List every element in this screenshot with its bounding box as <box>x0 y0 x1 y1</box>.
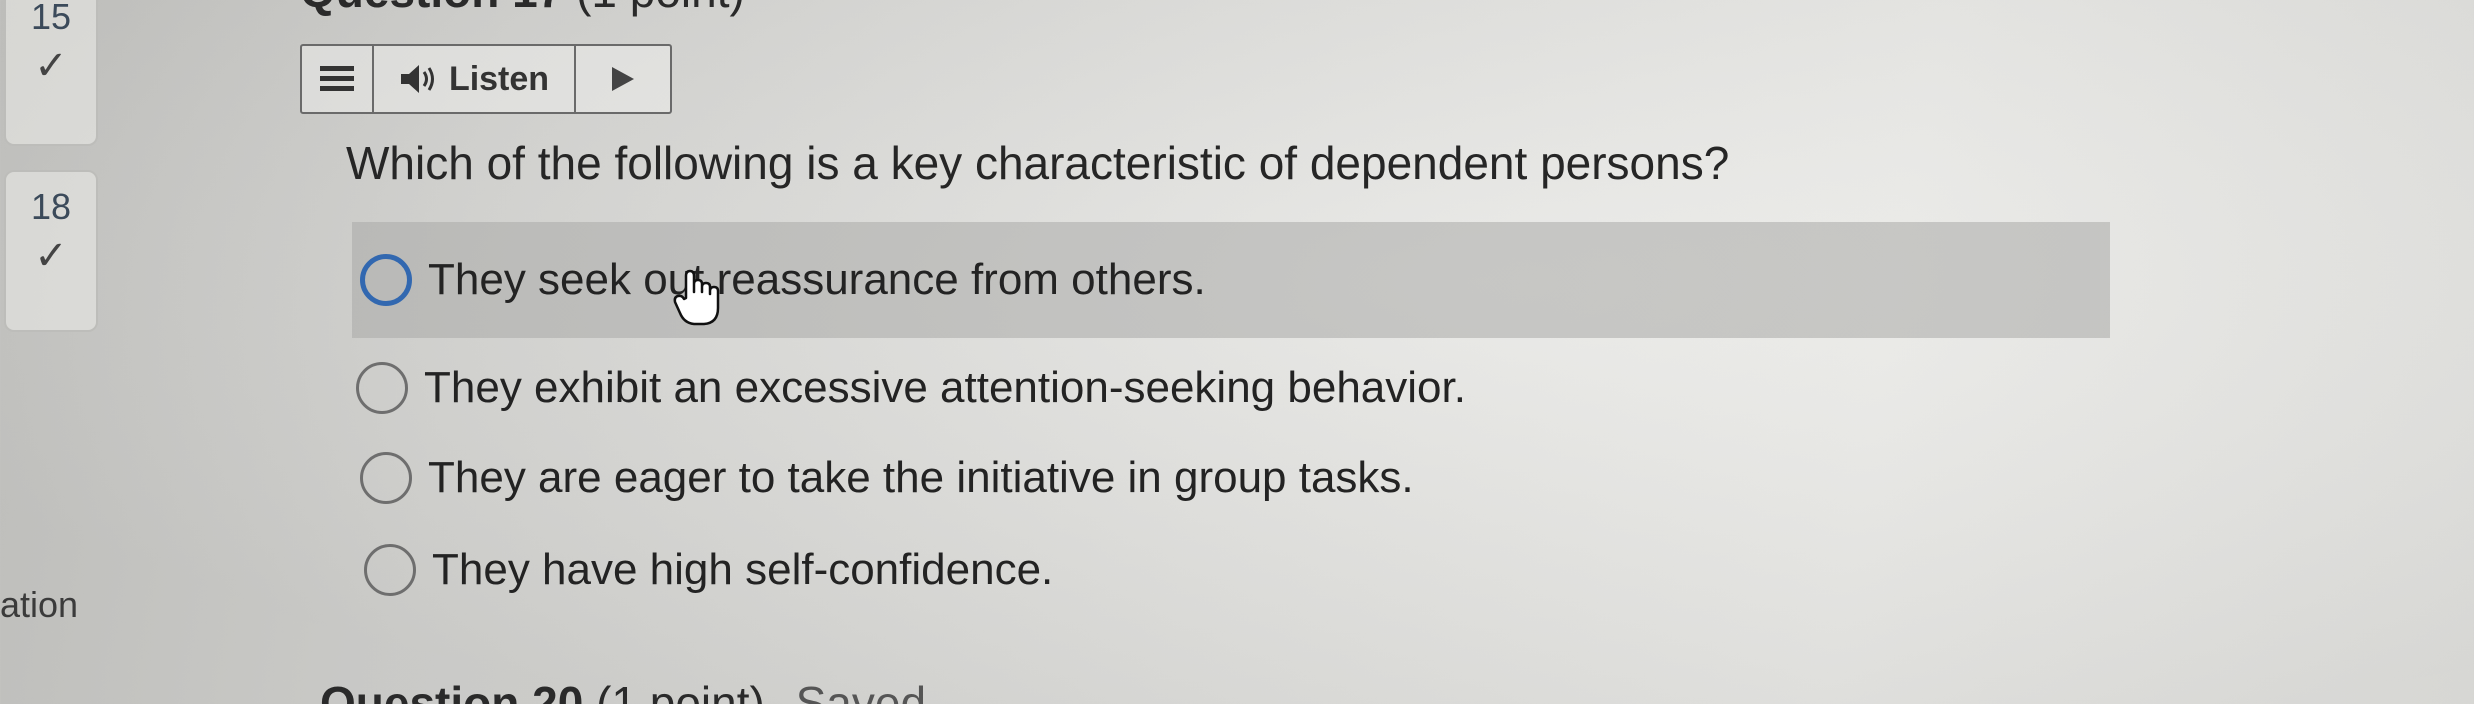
answer-option-label: They exhibit an excessive attention-seek… <box>424 363 1466 412</box>
radio-button[interactable] <box>360 254 412 306</box>
listen-label: Listen <box>448 59 550 98</box>
question-nav-number: 18 <box>30 186 72 227</box>
menu-button[interactable] <box>302 46 374 112</box>
hand-cursor-icon <box>673 269 720 326</box>
next-question-header: Question 20 (1 point) Saved <box>320 676 926 704</box>
listen-toolbar: Listen <box>300 44 672 114</box>
answer-option-label: They are eager to take the initiative in… <box>428 453 1414 502</box>
question-nav-item-15[interactable]: 15 ✓ <box>4 0 98 146</box>
listen-button[interactable]: Listen <box>374 46 576 112</box>
radio-button[interactable] <box>360 452 412 504</box>
sidebar-text-fragment: ation <box>0 584 79 625</box>
answer-option-label: They seek out reassurance from others. <box>428 255 1206 304</box>
question-nav-number: 15 <box>30 0 72 37</box>
answer-option-4[interactable]: They have high self-confidence. <box>364 512 1053 628</box>
check-icon: ✓ <box>34 234 68 278</box>
question-points: (1 point) <box>576 0 745 17</box>
question-header: Question 17 (1 point) <box>300 0 745 18</box>
answer-option-1[interactable]: They seek out reassurance from others. <box>352 222 2110 338</box>
next-question-points: (1 point) <box>596 677 765 704</box>
question-nav-item-18[interactable]: 18 ✓ <box>4 170 98 332</box>
play-button[interactable] <box>576 46 670 112</box>
saved-status: Saved <box>795 677 927 704</box>
question-text: Which of the following is a key characte… <box>346 137 1730 189</box>
radio-button[interactable] <box>356 362 408 414</box>
menu-icon <box>320 66 354 91</box>
radio-button[interactable] <box>364 544 416 596</box>
next-question-title: Question 20 <box>320 677 584 704</box>
check-icon: ✓ <box>34 44 68 88</box>
answer-option-label: They have high self-confidence. <box>432 545 1054 594</box>
question-title: Question 17 <box>300 0 563 17</box>
speaker-icon <box>400 65 434 93</box>
play-icon <box>612 67 634 91</box>
